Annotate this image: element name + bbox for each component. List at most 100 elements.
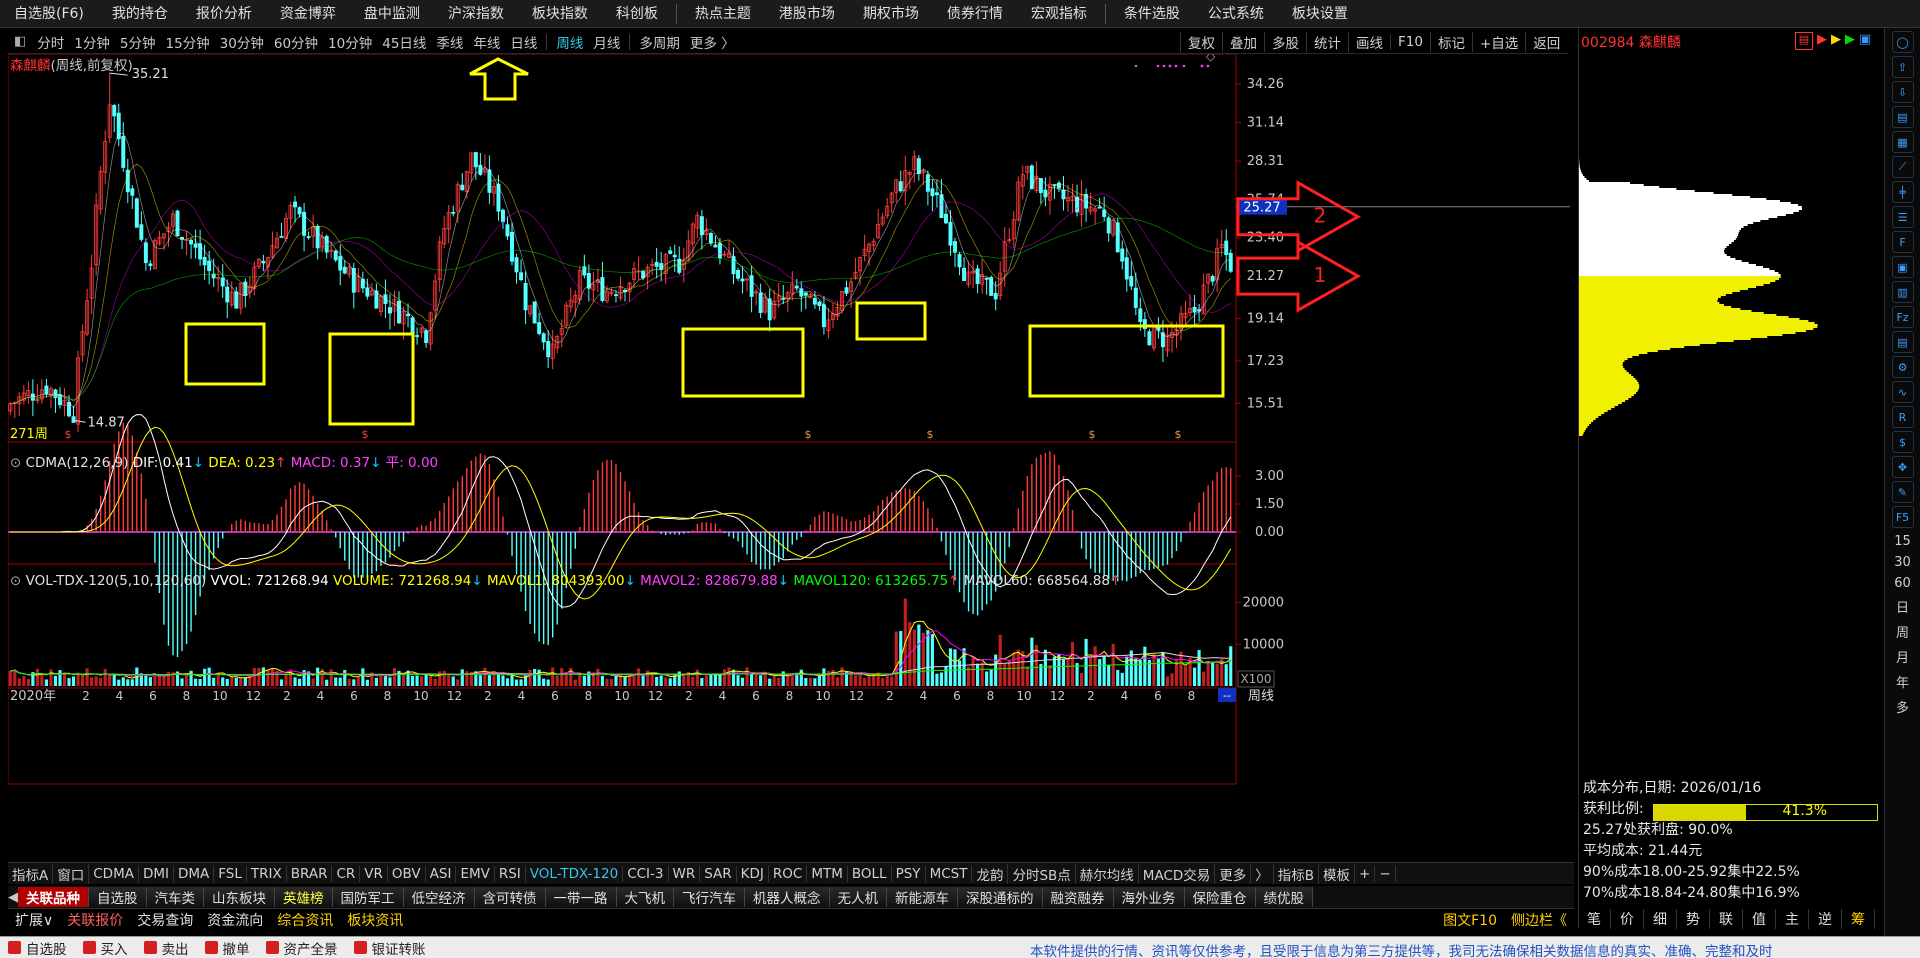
indicator-tab-item-11[interactable]: ASI [426,865,457,882]
sector-tab-item-0[interactable]: 关联品种 [18,887,89,907]
timeframe-item-8[interactable]: 季线 [431,32,468,52]
chart-tool-item-8[interactable]: 返回 [1525,32,1567,52]
indicator-tab-item-21[interactable]: BOLL [848,865,892,882]
top-menu-item-0[interactable]: 自选股(F6) [0,0,98,27]
period-year[interactable]: 年 [1889,672,1917,691]
volume-toggle-icon[interactable]: ⊙ [10,573,26,589]
indicator-tab-item-1[interactable]: 窗口 [53,863,90,884]
play-red-icon[interactable]: ▶ [1817,32,1827,50]
timeframe-item-0[interactable]: 分时 [32,32,69,52]
indicator-tab-item-25[interactable]: 分时SB点 [1008,863,1076,884]
status-item-5[interactable]: 银证转账 [346,938,434,958]
link-item-7[interactable]: 侧边栏《 [1504,910,1574,930]
link-item-6[interactable]: 图文F10 [1436,910,1504,930]
status-item-4[interactable]: 资产全景 [258,938,346,958]
timeframe-item-11[interactable]: 周线 [551,32,588,52]
diamond-icon[interactable]: ◇ [1206,54,1216,63]
timeframe-item-1[interactable]: 1分钟 [69,32,115,52]
chart-tool-item-0[interactable]: 复权 [1180,32,1222,52]
indicator-tab-item-12[interactable]: EMV [456,865,495,882]
wave-icon[interactable]: ∿ [1891,381,1914,403]
link-item-3[interactable]: 资金流向 [200,910,270,930]
link-item-2[interactable]: 交易查询 [130,910,200,930]
status-item-1[interactable]: 买入 [75,938,136,958]
indicator-tab-item-15[interactable]: CCI-3 [623,865,669,882]
f10-icon[interactable]: F [1891,231,1914,253]
chart-tool-item-6[interactable]: 标记 [1429,32,1472,52]
sector-tab-item-18[interactable]: 绩优股 [1255,887,1313,907]
right-tab-item-3[interactable]: 势 [1677,909,1710,929]
indicator-tab-item-3[interactable]: DMI [139,865,174,882]
sector-tab-item-15[interactable]: 融资融券 [1042,887,1114,907]
rsi-icon[interactable]: R [1891,406,1914,428]
top-menu-item-4[interactable]: 盘中监测 [350,0,434,27]
sector-tab-item-10[interactable]: 飞行汽车 [674,887,745,907]
indicator-tab-item-13[interactable]: RSI [495,865,526,882]
indicator-tab-item-16[interactable]: WR [669,865,701,882]
sector-tab-item-1[interactable]: 自选股 [89,887,147,907]
status-item-0[interactable]: 自选股 [0,938,75,958]
right-tab-item-7[interactable]: 逆 [1809,909,1842,929]
sector-left-arrow-icon[interactable]: ◀ [8,890,18,905]
period-week[interactable]: 周 [1889,622,1917,641]
indicator-tab-item-26[interactable]: 赫尔均线 [1076,863,1139,884]
f5-icon[interactable]: F5 [1891,506,1914,528]
sector-tab-item-6[interactable]: 低空经济 [403,887,475,907]
status-item-2[interactable]: 卖出 [136,938,197,958]
dollar-icon[interactable]: $ [1891,431,1914,453]
top-menu-item-11[interactable]: 债券行情 [933,0,1017,27]
kline-icon[interactable]: ╪ [1891,181,1914,203]
period-60[interactable]: 60 [1889,576,1917,591]
timeframe-item-5[interactable]: 60分钟 [269,32,323,52]
status-item-3[interactable]: 撤单 [197,938,258,958]
top-menu-item-8[interactable]: 热点主题 [681,0,765,27]
indicator-tab-item-14[interactable]: VOL-TDX-120 [526,865,624,882]
indicator-tab-item-27[interactable]: MACD交易 [1139,863,1216,884]
sector-tab-item-13[interactable]: 新能源车 [887,887,958,907]
chart-mode-icon[interactable]: ▤ [1795,32,1813,50]
right-tab-item-4[interactable]: 联 [1710,909,1743,929]
doc-icon[interactable]: ▣ [1891,256,1914,278]
indicator-tab-item-33[interactable]: − [1375,865,1396,882]
indicator-tab-item-8[interactable]: CR [332,865,361,882]
table-icon[interactable]: ▦ [1891,131,1914,153]
top-menu-item-14[interactable]: 公式系统 [1194,0,1278,27]
chart-tool-item-5[interactable]: F10 [1390,34,1430,50]
period-multi[interactable]: 多 [1889,697,1917,716]
sector-tab-item-7[interactable]: 含可转债 [474,887,546,907]
sector-tab-item-4[interactable]: 英雄榜 [275,887,333,907]
right-tab-item-0[interactable]: 笔 [1578,909,1611,929]
play-green-icon[interactable]: ▶ [1845,32,1855,50]
chart-tool-item-2[interactable]: 多股 [1264,32,1306,52]
chart-tool-item-1[interactable]: 叠加 [1222,32,1264,52]
right-tab-item-1[interactable]: 价 [1611,909,1644,929]
top-menu-item-7[interactable]: 科创板 [602,0,672,27]
top-menu-item-15[interactable]: 板块设置 [1278,0,1362,27]
indicator-tab-item-17[interactable]: SAR [700,865,737,882]
timeframe-item-6[interactable]: 10分钟 [323,32,377,52]
indicator-tab-item-9[interactable]: VR [360,865,388,882]
link-item-5[interactable]: 板块资讯 [340,910,410,930]
link-item-4[interactable]: 综合资讯 [270,910,340,930]
line-chart-icon[interactable]: ⟋ [1891,156,1914,178]
chart-icon[interactable]: ▤ [1891,106,1914,128]
indicator-tab-item-28[interactable]: 更多 [1215,863,1252,884]
chart-tool-item-7[interactable]: +自选 [1471,32,1525,52]
timeframe-item-12[interactable]: 月线 [588,32,625,52]
macd-toggle-icon[interactable]: ⊙ [10,455,26,471]
indicator-tab-item-5[interactable]: FSL [214,865,247,882]
top-menu-item-13[interactable]: 条件选股 [1110,0,1194,27]
timeframe-item-4[interactable]: 30分钟 [215,32,269,52]
period-15[interactable]: 15 [1889,534,1917,549]
indicator-tab-item-7[interactable]: BRAR [287,865,333,882]
indicator-tab-item-10[interactable]: OBV [388,865,426,882]
timeframe-item-13[interactable]: 多周期 [634,32,685,52]
right-tab-item-2[interactable]: 细 [1644,909,1677,929]
pen-icon[interactable]: ✎ [1891,481,1914,503]
indicator-tab-item-0[interactable]: 指标A [8,863,54,884]
arrow-down-icon[interactable]: ⇩ [1891,81,1914,103]
top-menu-item-9[interactable]: 港股市场 [765,0,849,27]
panel-toggle-icon[interactable]: ◧ [8,34,32,49]
chart-tool-item-3[interactable]: 统计 [1306,32,1348,52]
top-menu-item-5[interactable]: 沪深指数 [434,0,518,27]
